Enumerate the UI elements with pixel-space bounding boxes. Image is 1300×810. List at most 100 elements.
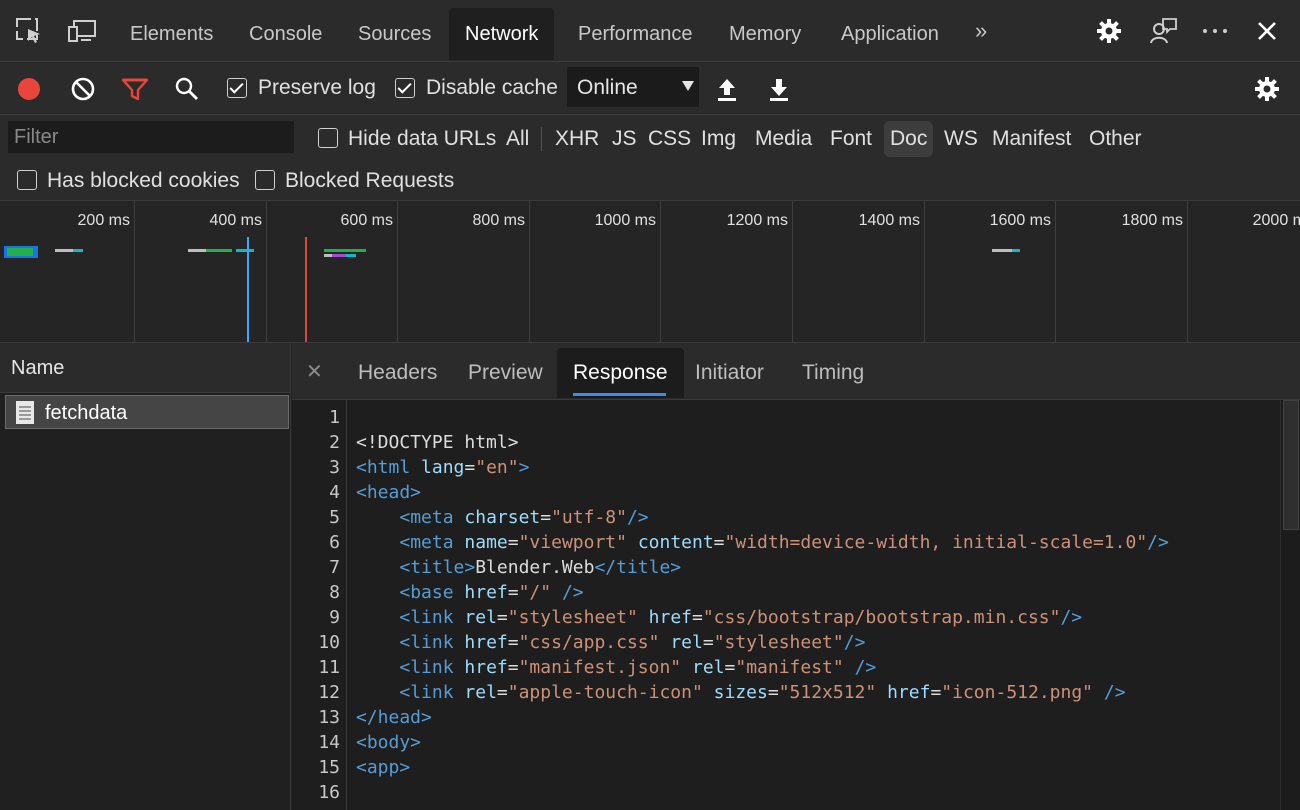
name-column-header[interactable]: Name (0, 343, 290, 393)
response-viewer[interactable]: 1 2 3 4 5 6 7 8 9 10 11 12 13 14 15 16 <!DOCTYPE html> <… (292, 400, 1280, 810)
code-token: /> (1060, 607, 1083, 628)
overview-bar (7, 248, 33, 256)
overview-bar (1012, 249, 1020, 252)
code-line: <link rel="stylesheet" href="css/bootstr… (356, 607, 1082, 628)
code-token: = (496, 682, 508, 703)
code-token: <link (399, 632, 454, 653)
preserve-log-checkbox[interactable] (227, 78, 247, 98)
clear-icon[interactable] (68, 74, 98, 104)
disable-cache-label[interactable]: Disable cache (426, 76, 558, 100)
code-token: "css/bootstrap/bootstrap.min.css" (702, 607, 1061, 628)
filter-bar: Hide data URLs All XHRJSCSSImgMediaFontDo… (0, 115, 1300, 201)
timeline-tick-label: 1000 ms (594, 212, 656, 229)
code-token: /> (1103, 682, 1126, 703)
timeline-tick-label: 200 ms (77, 212, 130, 229)
code-token: <head> (356, 482, 422, 503)
tab-memory[interactable]: Memory (713, 8, 817, 60)
timeline-gridline (134, 201, 135, 342)
preserve-log-label[interactable]: Preserve log (258, 76, 376, 100)
code-token: <app> (356, 757, 411, 778)
has-blocked-cookies-checkbox[interactable] (17, 170, 37, 190)
tab-console[interactable]: Console (233, 8, 338, 60)
code-token: <link (399, 682, 454, 703)
line-number: 3 (329, 457, 340, 478)
tab-network[interactable]: Network (449, 8, 555, 60)
code-token: href (464, 657, 508, 678)
blocked-requests-label[interactable]: Blocked Requests (285, 169, 454, 193)
filter-type-manifest[interactable]: Manifest (986, 121, 1077, 157)
detail-tab-headers[interactable]: Headers (342, 348, 453, 398)
device-toolbar-icon[interactable] (67, 16, 97, 46)
code-token: sizes (713, 682, 768, 703)
timeline-gridline (1055, 201, 1056, 342)
code-token: href (464, 632, 508, 653)
code-token: rel (692, 657, 725, 678)
more-icon[interactable] (1200, 16, 1230, 46)
filter-type-css[interactable]: CSS (642, 121, 697, 157)
code-token: rel (464, 607, 497, 628)
detail-tab-initiator[interactable]: Initiator (679, 348, 780, 398)
has-blocked-cookies-label[interactable]: Has blocked cookies (47, 169, 240, 193)
filter-type-ws[interactable]: WS (938, 121, 984, 157)
tab-sources[interactable]: Sources (342, 8, 447, 60)
record-icon[interactable] (14, 74, 44, 104)
overview-bar (332, 254, 346, 257)
throttling-select[interactable]: Online (567, 67, 699, 107)
name-column-title: Name (11, 357, 65, 379)
detail-tab-preview[interactable]: Preview (452, 348, 559, 398)
detail-tab-bar: ✕ Headers Preview Response Initiator Timing (292, 343, 1300, 400)
code-token: "width=device-width, initial-scale=1.0" (724, 532, 1148, 553)
line-number: 2 (329, 432, 340, 453)
filter-type-xhr[interactable]: XHR (549, 121, 605, 157)
disable-cache-checkbox[interactable] (395, 78, 415, 98)
code-line: <link href="css/app.css" rel="stylesheet… (356, 632, 865, 653)
timeline-tick-label: 2000 ms (1252, 212, 1300, 229)
close-detail-icon[interactable]: ✕ (306, 359, 323, 384)
filter-input[interactable] (8, 121, 294, 153)
hide-data-urls-checkbox[interactable] (318, 128, 338, 148)
more-tabs-button[interactable]: » (975, 18, 987, 44)
line-number: 10 (318, 632, 340, 653)
filter-type-other[interactable]: Other (1083, 121, 1148, 157)
network-overview-timeline[interactable]: 200 ms 400 ms 600 ms 800 ms 1000 ms 1200 ms 14… (0, 201, 1300, 343)
search-icon[interactable] (172, 74, 202, 104)
network-settings-icon[interactable] (1252, 74, 1282, 104)
inspect-icon[interactable] (14, 16, 44, 46)
tab-performance[interactable]: Performance (562, 8, 709, 60)
blocked-requests-checkbox[interactable] (255, 170, 275, 190)
filter-icon[interactable] (120, 74, 150, 104)
detail-tab-response[interactable]: Response (557, 348, 684, 398)
request-name: fetchdata (45, 402, 128, 424)
hide-data-urls-label[interactable]: Hide data URLs (348, 127, 496, 151)
tab-application[interactable]: Application (825, 8, 955, 60)
tab-elements[interactable]: Elements (114, 8, 229, 60)
code-token: "stylesheet" (507, 607, 638, 628)
code-line: </head> (356, 707, 432, 728)
filter-type-all[interactable]: All (500, 121, 535, 157)
filter-type-media[interactable]: Media (749, 121, 818, 157)
request-row[interactable]: fetchdata (5, 395, 289, 429)
filter-type-img[interactable]: Img (695, 121, 742, 157)
export-har-icon[interactable] (764, 74, 794, 104)
vertical-scrollbar[interactable] (1280, 400, 1300, 810)
settings-icon[interactable] (1094, 16, 1124, 46)
overview-bar (324, 254, 332, 257)
filter-type-doc[interactable]: Doc (884, 121, 934, 157)
feedback-icon[interactable] (1148, 16, 1178, 46)
close-icon[interactable] (1252, 16, 1282, 46)
code-token: = (507, 532, 519, 553)
filter-type-font[interactable]: Font (824, 121, 878, 157)
overview-bar (992, 249, 1012, 252)
detail-tab-timing[interactable]: Timing (786, 348, 880, 398)
import-har-icon[interactable] (712, 74, 742, 104)
filter-type-js[interactable]: JS (606, 121, 643, 157)
scrollbar-thumb[interactable] (1283, 400, 1299, 530)
